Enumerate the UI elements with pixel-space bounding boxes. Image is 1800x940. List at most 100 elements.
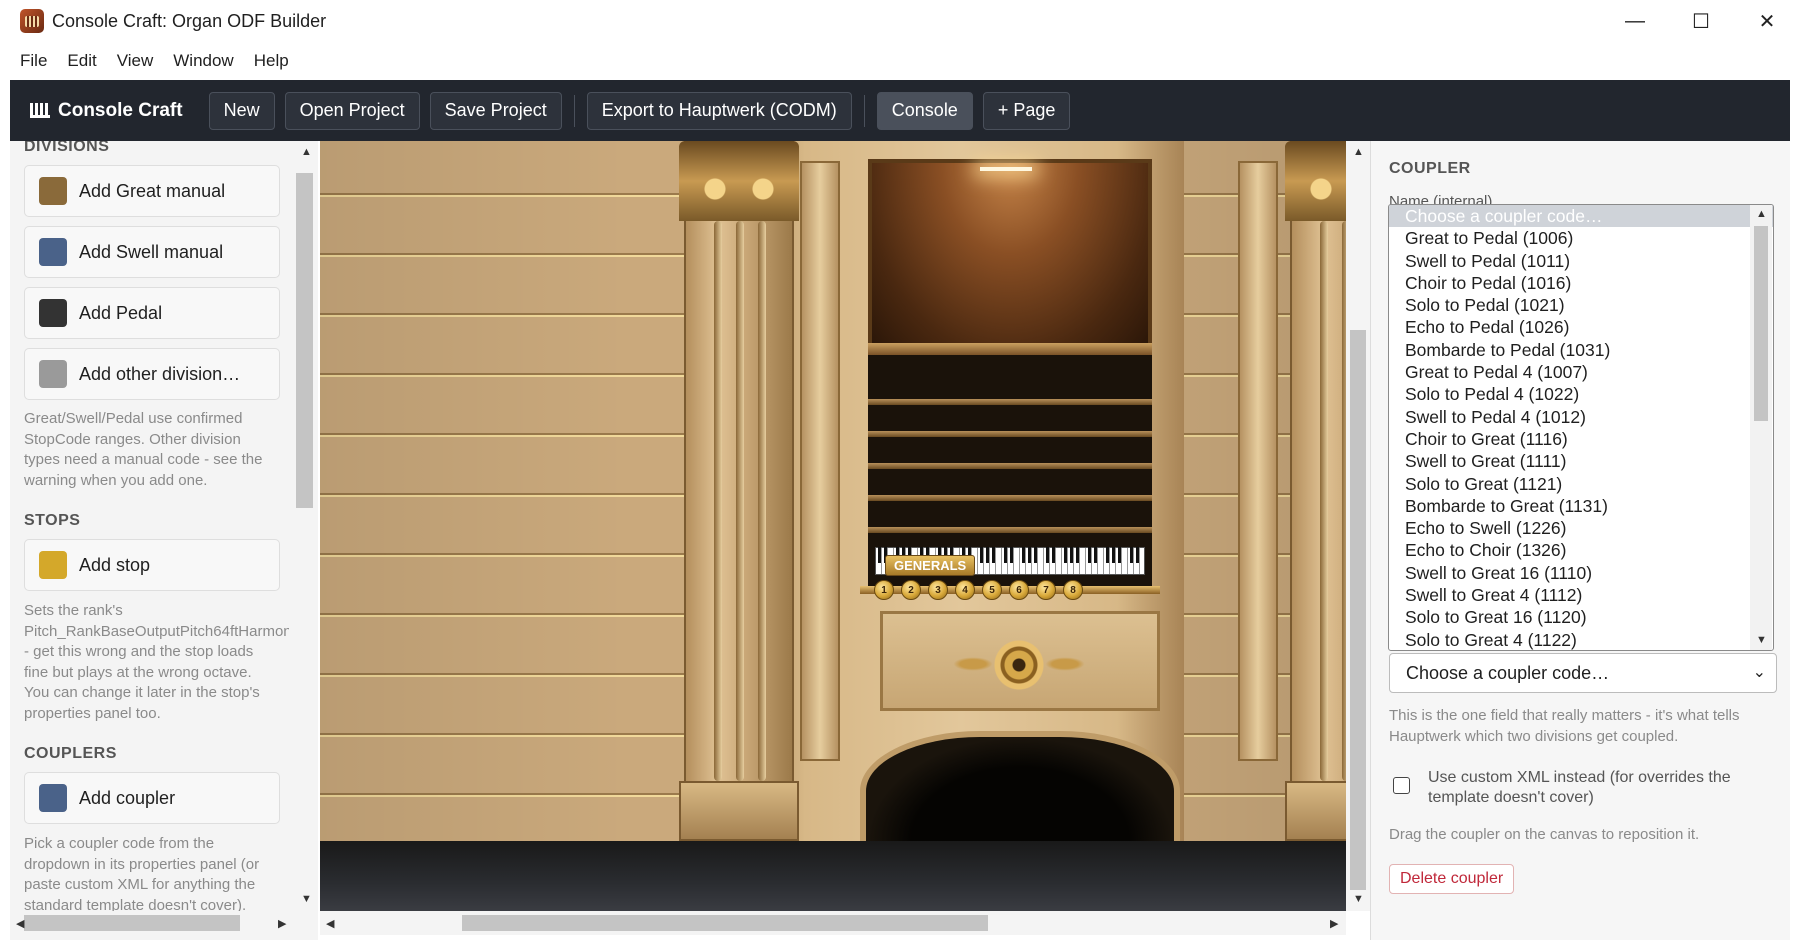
minimize-icon[interactable]: —	[1602, 0, 1668, 42]
sidebar-scroll-thumb[interactable]	[296, 173, 313, 508]
dropdown-option[interactable]: Echo to Pedal (1026)	[1389, 316, 1773, 338]
add-stop-button[interactable]: Add stop	[24, 539, 280, 591]
dropdown-option[interactable]: Solo to Great 16 (1120)	[1389, 606, 1773, 628]
couplers-heading: COUPLERS	[24, 745, 117, 762]
save-project-button[interactable]: Save Project	[429, 91, 562, 130]
dropdown-option[interactable]: Solo to Pedal (1021)	[1389, 294, 1773, 316]
dropdown-option[interactable]: Swell to Great 16 (1110)	[1389, 562, 1773, 584]
menu-edit[interactable]: Edit	[57, 51, 106, 71]
console-page-tab[interactable]: Console	[876, 91, 973, 130]
close-icon[interactable]: ✕	[1734, 0, 1800, 42]
export-hauptwerk-button[interactable]: Export to Hauptwerk (CODM)	[586, 91, 852, 130]
dropdown-option[interactable]: Solo to Great (1121)	[1389, 473, 1773, 495]
scroll-down-arrow-icon[interactable]: ▼	[1756, 634, 1767, 646]
pillar-base-right	[1285, 781, 1346, 841]
console-kneehole	[860, 731, 1180, 841]
menu-view[interactable]: View	[107, 51, 164, 71]
delete-coupler-button[interactable]: Delete coupler	[1389, 864, 1515, 894]
generals-label[interactable]: GENERALS	[885, 555, 976, 576]
dropdown-option[interactable]: Great to Pedal 4 (1007)	[1389, 361, 1773, 383]
pillar-right	[1290, 141, 1346, 841]
menu-file[interactable]: File	[10, 51, 57, 71]
console-canvas[interactable]: GENERALS 1 2 3 4 5 6 7 8	[320, 141, 1346, 911]
general-piston-2[interactable]: 2	[901, 580, 921, 600]
add-swell-manual-button[interactable]: Add Swell manual	[24, 226, 280, 278]
open-project-button[interactable]: Open Project	[284, 91, 420, 130]
card-label: Add Pedal	[79, 302, 163, 323]
stops-help-text: Sets the rank's Pitch_RankBaseOutputPitc…	[24, 602, 292, 722]
scroll-down-arrow-icon[interactable]: ▼	[1353, 893, 1364, 905]
general-piston-8[interactable]: 8	[1063, 580, 1083, 600]
card-label: Add other division…	[79, 363, 241, 384]
general-piston-3[interactable]: 3	[928, 580, 948, 600]
brand: Console Craft	[30, 100, 183, 122]
coupler-code-select[interactable]: Choose a coupler code… ⌄	[1389, 653, 1777, 693]
add-coupler-button[interactable]: Add coupler	[24, 772, 280, 824]
dropdown-option[interactable]: Swell to Pedal (1011)	[1389, 250, 1773, 272]
title-bar: Console Craft: Organ ODF Builder — ☐ ✕	[0, 0, 1800, 42]
palette-sidebar: DIVISIONS Add Great manual Add Swell man…	[10, 141, 318, 940]
scroll-up-arrow-icon[interactable]: ▲	[301, 146, 312, 158]
dropdown-option[interactable]: Echo to Choir (1326)	[1389, 539, 1773, 561]
add-page-button[interactable]: + Page	[982, 91, 1071, 130]
dropdown-scroll-thumb[interactable]	[1754, 226, 1768, 421]
coupler-code-value: Choose a coupler code…	[1406, 662, 1610, 683]
dropdown-option[interactable]: Bombarde to Pedal (1031)	[1389, 339, 1773, 361]
scroll-left-arrow-icon[interactable]: ◀	[16, 917, 24, 930]
dropdown-option[interactable]: Echo to Swell (1226)	[1389, 517, 1773, 539]
dropdown-option[interactable]: Great to Pedal (1006)	[1389, 227, 1773, 249]
custom-xml-label[interactable]: Use custom XML instead (for overrides th…	[1428, 768, 1748, 808]
dropdown-option[interactable]: Choir to Pedal (1016)	[1389, 272, 1773, 294]
maximize-icon[interactable]: ☐	[1668, 0, 1734, 42]
manual-rail	[868, 527, 1152, 533]
menu-help[interactable]: Help	[244, 51, 299, 71]
pedal-color-swatch	[39, 299, 67, 327]
pillar-capital-right	[1285, 141, 1346, 221]
scroll-left-arrow-icon[interactable]: ◀	[326, 917, 334, 930]
toolbar: Console Craft New Open Project Save Proj…	[10, 80, 1790, 141]
manual-rail	[868, 431, 1152, 437]
general-piston-4[interactable]: 4	[955, 580, 975, 600]
add-great-manual-button[interactable]: Add Great manual	[24, 165, 280, 217]
dropdown-option[interactable]: Solo to Pedal 4 (1022)	[1389, 383, 1773, 405]
card-label: Add Great manual	[79, 180, 226, 201]
dropdown-option[interactable]: Choir to Great (1116)	[1389, 428, 1773, 450]
menu-window[interactable]: Window	[163, 51, 243, 71]
dropdown-option[interactable]: Swell to Pedal 4 (1012)	[1389, 406, 1773, 428]
coupler-code-help: This is the one field that really matter…	[1389, 707, 1740, 745]
canvas-scroll-thumb[interactable]	[1350, 330, 1366, 890]
scroll-right-arrow-icon[interactable]: ▶	[278, 917, 286, 930]
floor	[320, 841, 1346, 911]
general-piston-7[interactable]: 7	[1036, 580, 1056, 600]
dropdown-option-placeholder[interactable]: Choose a coupler code…	[1389, 205, 1773, 228]
divisions-help-text: Great/Swell/Pedal use confirmed StopCode…	[24, 410, 263, 489]
dropdown-option[interactable]: Solo to Great 4 (1122)	[1389, 629, 1773, 650]
toolbar-divider	[573, 94, 575, 127]
custom-xml-option: Use custom XML instead (for overrides th…	[1393, 768, 1748, 808]
pillar-capital-left	[679, 141, 799, 221]
pillar-flute	[758, 221, 766, 781]
window-title: Console Craft: Organ ODF Builder	[52, 10, 327, 31]
manual-rail	[868, 495, 1152, 501]
general-piston-6[interactable]: 6	[1009, 580, 1029, 600]
chevron-down-icon: ⌄	[1752, 664, 1766, 681]
custom-xml-checkbox[interactable]	[1393, 777, 1410, 794]
great-color-swatch	[39, 177, 67, 205]
scroll-right-arrow-icon[interactable]: ▶	[1330, 917, 1338, 930]
dropdown-option[interactable]: Bombarde to Great (1131)	[1389, 495, 1773, 517]
canvas-hscroll-thumb[interactable]	[462, 915, 988, 931]
add-other-division-button[interactable]: Add other division…	[24, 348, 280, 400]
dropdown-option[interactable]: Swell to Great 4 (1112)	[1389, 584, 1773, 606]
scroll-up-arrow-icon[interactable]: ▲	[1353, 146, 1364, 158]
coupler-code-dropdown-list[interactable]: Choose a coupler code… Great to Pedal (1…	[1388, 204, 1774, 651]
add-pedal-button[interactable]: Add Pedal	[24, 287, 280, 339]
dropdown-option[interactable]: Swell to Great (1111)	[1389, 450, 1773, 472]
general-piston-5[interactable]: 5	[982, 580, 1002, 600]
sidebar-hscroll-thumb[interactable]	[24, 915, 240, 931]
scroll-up-arrow-icon[interactable]: ▲	[1756, 208, 1767, 220]
pillar-flute	[714, 221, 722, 781]
music-desk	[868, 159, 1152, 351]
scroll-down-arrow-icon[interactable]: ▼	[301, 893, 312, 905]
new-button[interactable]: New	[208, 91, 275, 130]
general-piston-1[interactable]: 1	[874, 580, 894, 600]
